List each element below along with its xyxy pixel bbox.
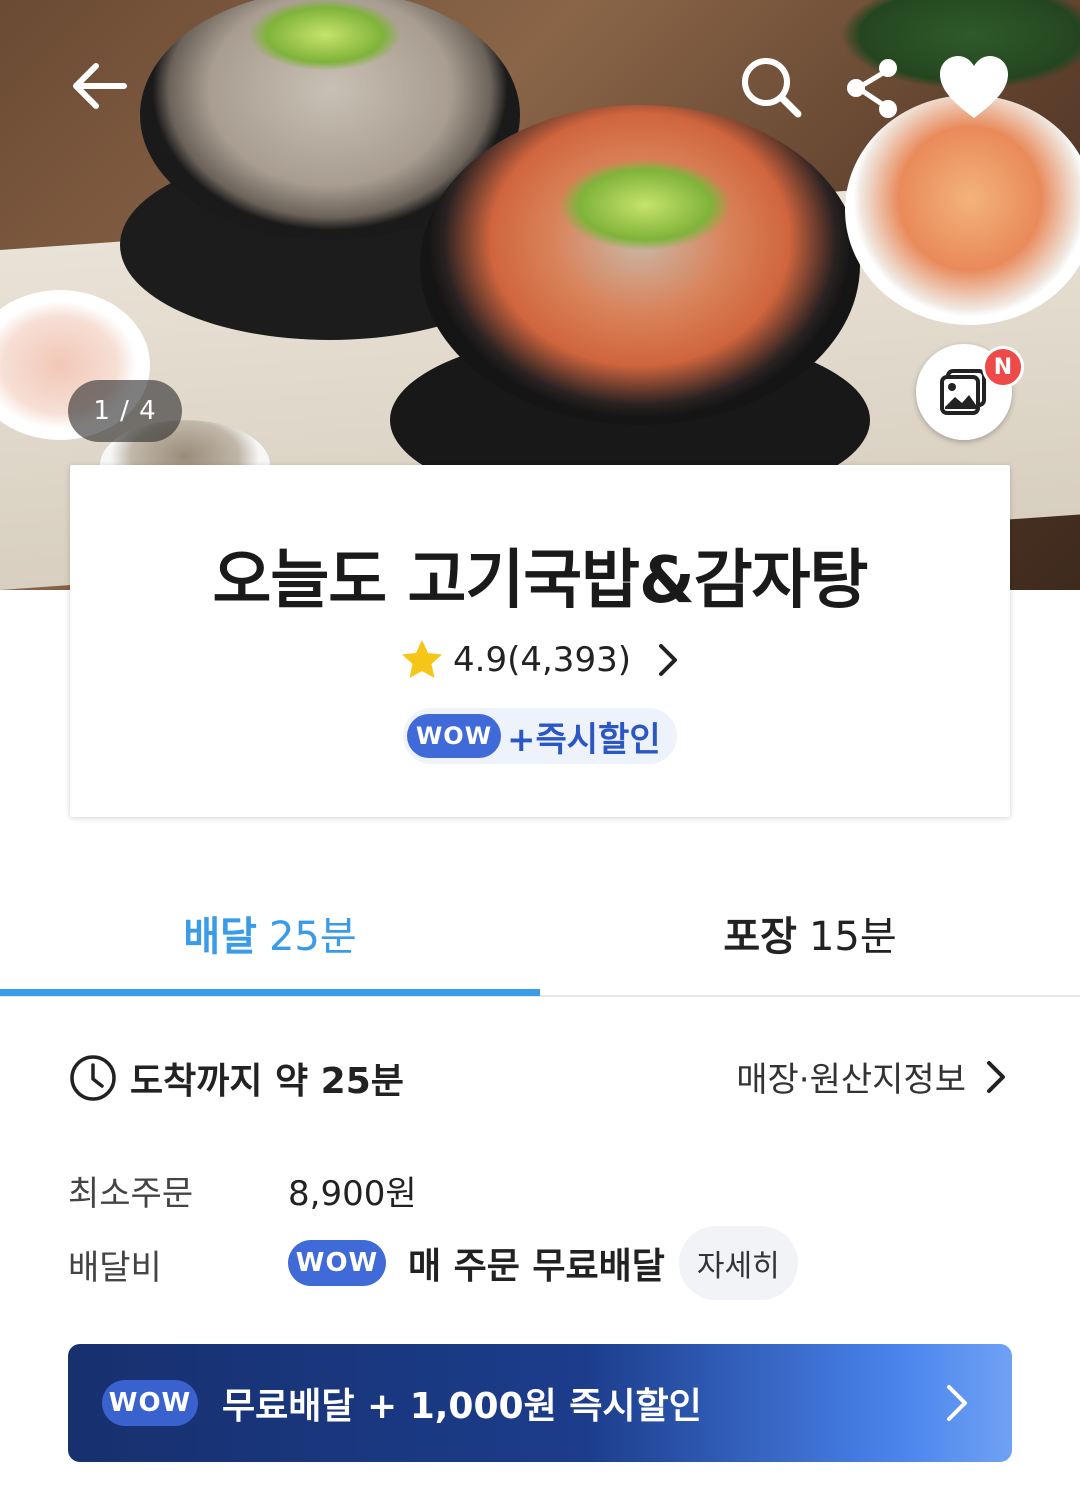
- tab-pickup-label: 포장: [723, 913, 797, 960]
- share-icon: [847, 59, 897, 118]
- tab-delivery-time: 25분: [268, 913, 357, 960]
- wow-benefit-text: +즉시할인: [507, 719, 661, 760]
- tab-pickup-time: 15분: [808, 913, 897, 960]
- chevron-right-icon: [947, 1385, 967, 1421]
- image-counter: 1 / 4: [68, 380, 182, 442]
- wow-badge: WOW: [407, 714, 501, 758]
- favorite-button[interactable]: [936, 52, 1012, 124]
- promo-text: 무료배달 + 1,000원 즉시할인: [222, 1386, 702, 1427]
- hero-scallion-2: [560, 160, 730, 250]
- delivery-fee-row: WOW 매 주문 무료배달 자세히: [288, 1226, 798, 1300]
- min-order-value: 8,900원: [288, 1174, 417, 1214]
- delivery-fee-text: 매 주문 무료배달: [408, 1246, 665, 1287]
- store-name: 오늘도 고기국밥&감자탕: [212, 544, 869, 618]
- search-icon: [742, 58, 802, 118]
- tab-delivery[interactable]: 배달 25분: [0, 870, 540, 995]
- store-info-card: 오늘도 고기국밥&감자탕 4.9(4,393) WOW +즉시할인: [70, 465, 1010, 817]
- delivery-fee-label: 배달비: [68, 1248, 162, 1288]
- back-button[interactable]: [64, 54, 136, 118]
- store-origin-info-label: 매장·원산지정보: [736, 1060, 966, 1100]
- wow-badge: WOW: [102, 1380, 198, 1426]
- min-order-label: 최소주문: [68, 1174, 194, 1214]
- chevron-right-icon: [658, 644, 677, 676]
- tab-delivery-label: 배달: [183, 913, 257, 960]
- heart-icon: [940, 56, 1008, 118]
- tab-pickup[interactable]: 포장 15분: [540, 870, 1080, 995]
- chevron-right-icon: [987, 1060, 1005, 1093]
- rating-link[interactable]: 4.9(4,393): [70, 637, 1010, 683]
- eta-text: 도착까지 약 25분: [130, 1061, 404, 1102]
- wow-promo-banner[interactable]: WOW 무료배달 + 1,000원 즉시할인: [68, 1344, 1012, 1462]
- hero-scallion-1: [250, 0, 400, 70]
- new-photo-badge: N: [982, 346, 1024, 388]
- store-origin-info-link[interactable]: 매장·원산지정보: [736, 1052, 1008, 1101]
- wow-discount-pill: WOW +즉시할인: [403, 708, 677, 764]
- fee-detail-button[interactable]: 자세히: [678, 1226, 798, 1300]
- star-icon: [402, 640, 443, 678]
- search-button[interactable]: [736, 52, 808, 124]
- active-tab-indicator: [0, 989, 540, 996]
- clock-icon: [70, 1055, 116, 1101]
- back-arrow-icon: [73, 63, 127, 109]
- eta-row: 도착까지 약 25분: [68, 1052, 404, 1104]
- hero-gamjatang-pot: [420, 105, 860, 425]
- wow-badge: WOW: [288, 1240, 386, 1286]
- share-button[interactable]: [838, 52, 910, 124]
- photo-review-icon: [940, 369, 986, 415]
- order-type-tabs: 배달 25분 포장 15분: [0, 870, 1080, 997]
- rating-value: 4.9(4,393): [453, 640, 631, 680]
- hero-kimchi-bowl: [845, 95, 1080, 325]
